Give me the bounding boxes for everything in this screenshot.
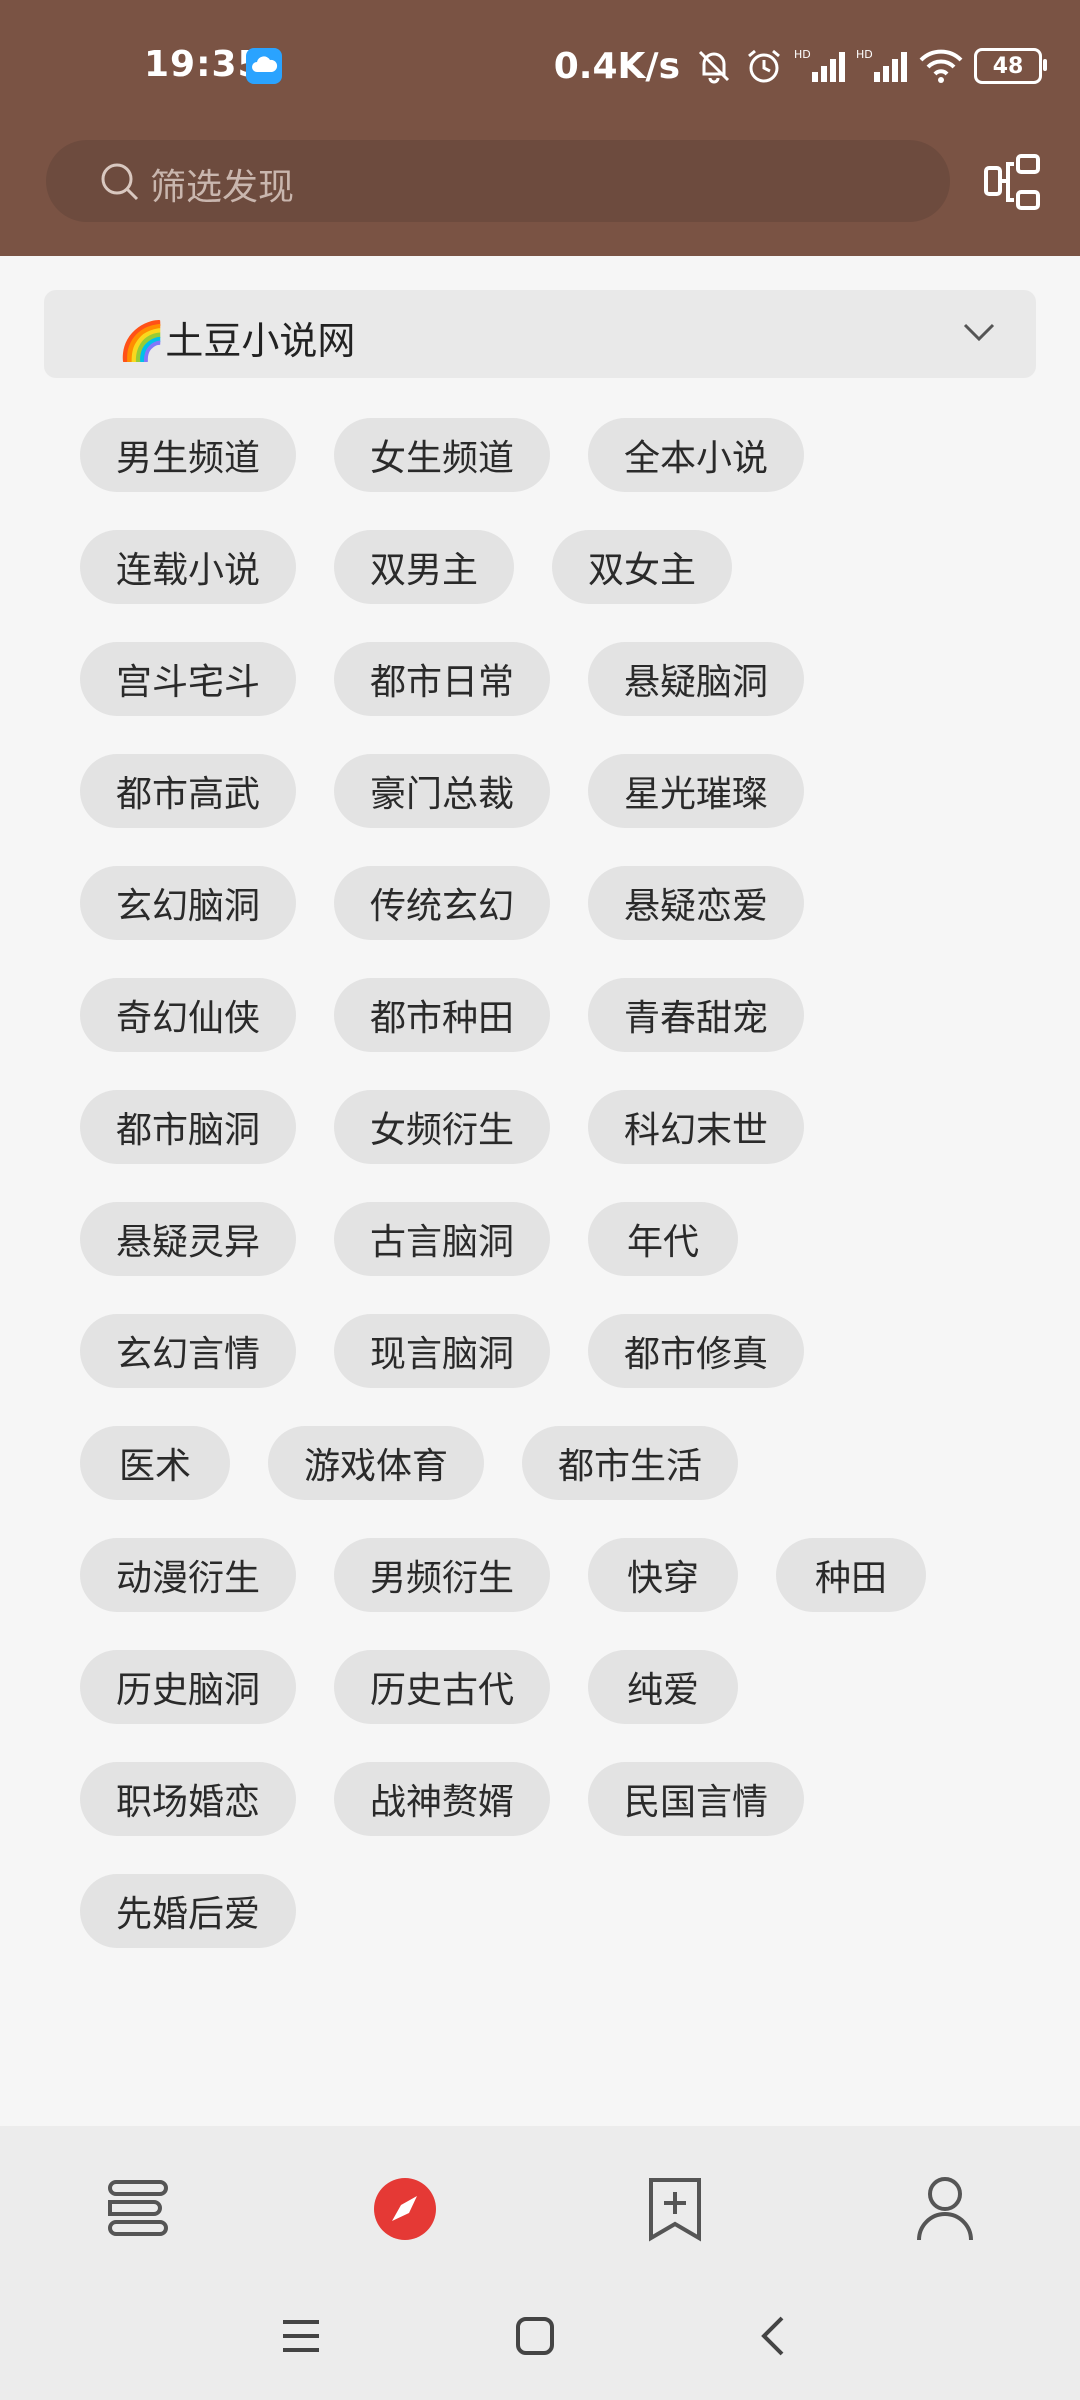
tag-row: 医术 游戏体育 都市生活 — [80, 1426, 980, 1500]
category-tag[interactable]: 女频衍生 — [334, 1090, 551, 1164]
recent-apps-button[interactable] — [266, 2304, 336, 2368]
category-tag[interactable]: 连载小说 — [80, 530, 297, 604]
category-tag[interactable]: 古言脑洞 — [334, 1202, 551, 1276]
user-icon — [917, 2177, 973, 2241]
compass-icon — [374, 2178, 436, 2240]
chevron-down-icon — [963, 323, 995, 342]
network-speed: 0.4K/s — [553, 45, 680, 87]
category-tag[interactable]: 全本小说 — [588, 418, 805, 492]
status-right: 0.4K/s HD HD 48 — [553, 40, 1047, 92]
nav-bookshelf[interactable] — [90, 2164, 180, 2254]
category-tag[interactable]: 历史脑洞 — [80, 1650, 297, 1724]
category-tag[interactable]: 科幻末世 — [588, 1090, 805, 1164]
bookshelf-icon — [108, 2180, 168, 2236]
back-icon — [761, 2316, 784, 2356]
category-tag[interactable]: 都市脑洞 — [80, 1090, 297, 1164]
system-nav — [0, 2296, 1080, 2376]
tag-row: 都市脑洞 女频衍生 科幻末世 — [80, 1090, 980, 1164]
category-tag[interactable]: 种田 — [776, 1538, 927, 1612]
tag-row: 男生频道 女生频道 全本小说 — [80, 418, 980, 492]
battery-indicator: 48 — [974, 48, 1047, 84]
category-tag[interactable]: 现言脑洞 — [334, 1314, 551, 1388]
tag-row: 宫斗宅斗 都市日常 悬疑脑洞 — [80, 642, 980, 716]
category-tag[interactable]: 历史古代 — [334, 1650, 551, 1724]
category-tag[interactable]: 星光璀璨 — [588, 754, 805, 828]
category-tag[interactable]: 战神赘婿 — [334, 1762, 551, 1836]
tag-row: 悬疑灵异 古言脑洞 年代 — [80, 1202, 980, 1276]
tag-row: 奇幻仙侠 都市种田 青春甜宠 — [80, 978, 980, 1052]
bottom-nav — [0, 2164, 1080, 2254]
category-tag[interactable]: 都市修真 — [588, 1314, 805, 1388]
category-tag[interactable]: 双男主 — [334, 530, 515, 604]
tag-row: 动漫衍生 男频衍生 快穿 种田 — [80, 1538, 980, 1612]
category-tag[interactable]: 豪门总裁 — [334, 754, 551, 828]
tag-row: 连载小说 双男主 双女主 — [80, 530, 980, 604]
source-title: 🌈土豆小说网 — [118, 319, 356, 363]
category-tag[interactable]: 民国言情 — [588, 1762, 805, 1836]
category-tag[interactable]: 都市日常 — [334, 642, 551, 716]
tag-row: 玄幻言情 现言脑洞 都市修真 — [80, 1314, 980, 1388]
category-grid-icon[interactable] — [984, 154, 1042, 210]
home-button[interactable] — [500, 2304, 570, 2368]
category-tag[interactable]: 男频衍生 — [334, 1538, 551, 1612]
category-tag[interactable]: 先婚后爱 — [80, 1874, 297, 1948]
category-tag[interactable]: 玄幻脑洞 — [80, 866, 297, 940]
mute-bell-icon — [698, 50, 730, 84]
bookmark-add-icon — [649, 2178, 701, 2242]
category-tag[interactable]: 职场婚恋 — [80, 1762, 297, 1836]
category-tag[interactable]: 悬疑脑洞 — [588, 642, 805, 716]
category-tag[interactable]: 快穿 — [588, 1538, 739, 1612]
search-placeholder: 筛选发现 — [150, 167, 295, 208]
category-tag[interactable]: 纯爱 — [588, 1650, 739, 1724]
category-tag[interactable]: 传统玄幻 — [334, 866, 551, 940]
tag-row: 先婚后爱 — [80, 1874, 980, 1948]
tag-row: 都市高武 豪门总裁 星光璀璨 — [80, 754, 980, 828]
cloud-icon — [246, 48, 282, 84]
category-tag[interactable]: 悬疑灵异 — [80, 1202, 297, 1276]
category-tag[interactable]: 双女主 — [552, 530, 733, 604]
svg-text:HD: HD — [794, 48, 811, 61]
signal-icon-2: HD — [856, 48, 907, 82]
svg-text:HD: HD — [856, 48, 873, 61]
nav-discover[interactable] — [360, 2164, 450, 2254]
menu-icon — [283, 2320, 319, 2352]
category-tag[interactable]: 游戏体育 — [268, 1426, 485, 1500]
nav-subscribe[interactable] — [630, 2164, 720, 2254]
tag-row: 职场婚恋 战神赘婿 民国言情 — [80, 1762, 980, 1836]
category-tag[interactable]: 都市高武 — [80, 754, 297, 828]
home-square-icon — [516, 2317, 554, 2355]
category-tag[interactable]: 玄幻言情 — [80, 1314, 297, 1388]
tag-list: 男生频道 女生频道 全本小说 连载小说 双男主 双女主 宫斗宅斗 都市日常 悬疑脑洞 都市高武 豪门… — [80, 418, 980, 1986]
category-tag[interactable]: 男生频道 — [80, 418, 297, 492]
signal-icon: HD — [794, 48, 845, 82]
nav-profile[interactable] — [900, 2164, 990, 2254]
source-selector[interactable]: 🌈土豆小说网 — [44, 290, 1036, 378]
battery-level: 48 — [992, 53, 1024, 79]
wifi-icon — [919, 49, 963, 83]
search-icon — [101, 163, 139, 201]
category-tag[interactable]: 动漫衍生 — [80, 1538, 297, 1612]
bottom-area — [0, 2126, 1080, 2400]
category-tag[interactable]: 宫斗宅斗 — [80, 642, 297, 716]
tag-row: 历史脑洞 历史古代 纯爱 — [80, 1650, 980, 1724]
category-tag[interactable]: 女生频道 — [334, 418, 551, 492]
category-tag[interactable]: 青春甜宠 — [588, 978, 805, 1052]
tag-row: 玄幻脑洞 传统玄幻 悬疑恋爱 — [80, 866, 980, 940]
category-tag[interactable]: 奇幻仙侠 — [80, 978, 297, 1052]
category-tag[interactable]: 医术 — [80, 1426, 230, 1500]
category-tag[interactable]: 都市种田 — [334, 978, 551, 1052]
category-tag[interactable]: 都市生活 — [522, 1426, 739, 1500]
status-bar: 19:35 0.4K/s HD HD 48 — [0, 0, 1080, 136]
search-bar[interactable]: 筛选发现 — [46, 140, 950, 222]
app-header: 19:35 0.4K/s HD HD 48 筛选发现 — [0, 0, 1080, 256]
category-tag[interactable]: 悬疑恋爱 — [588, 866, 805, 940]
category-tag[interactable]: 年代 — [588, 1202, 739, 1276]
back-button[interactable] — [738, 2304, 808, 2368]
alarm-icon — [748, 49, 780, 83]
